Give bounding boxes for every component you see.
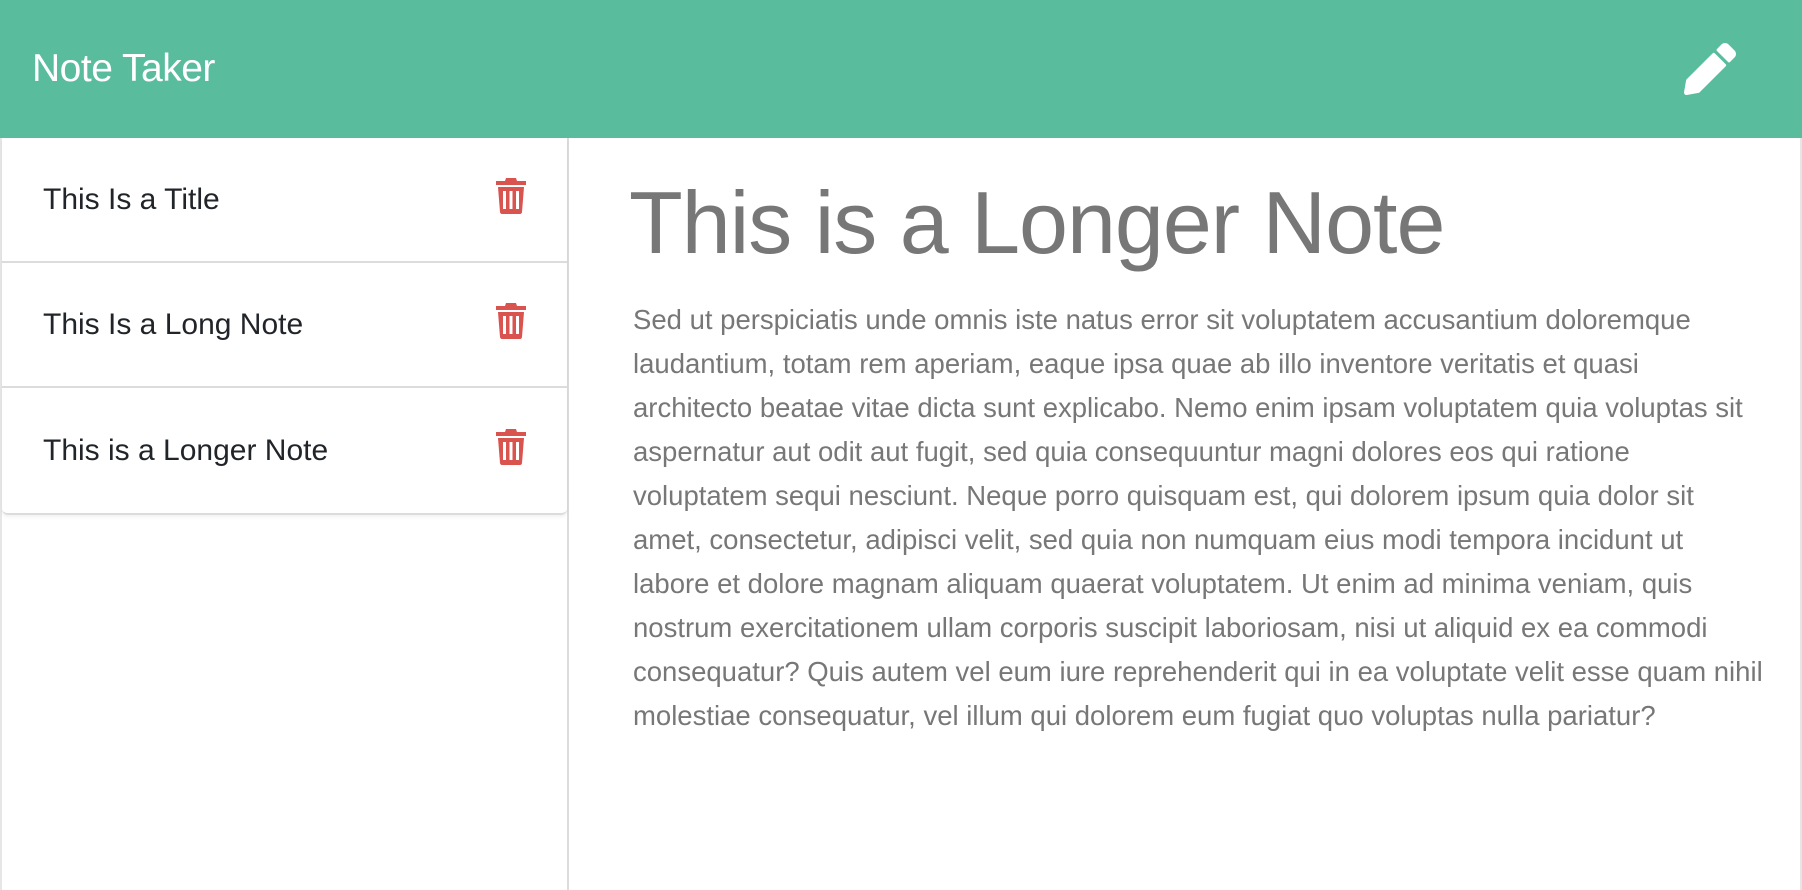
new-note-button[interactable] — [1682, 41, 1738, 97]
note-list: This Is a Title This Is a Long Note This… — [2, 138, 567, 515]
trash-icon — [496, 177, 526, 214]
note-editor: Sed ut perspiciatis unde omnis iste natu… — [569, 138, 1802, 890]
delete-note-button[interactable] — [493, 426, 529, 468]
list-item[interactable]: This Is a Long Note — [2, 263, 567, 388]
trash-icon — [496, 428, 526, 465]
list-item[interactable]: This Is a Title — [2, 138, 567, 263]
note-list-sidebar: This Is a Title This Is a Long Note This… — [0, 138, 569, 890]
list-item[interactable]: This is a Longer Note — [2, 388, 567, 513]
note-item-title: This is a Longer Note — [43, 433, 329, 467]
note-item-title: This Is a Title — [43, 182, 220, 216]
app-title[interactable]: Note Taker — [32, 47, 215, 91]
note-body-textarea[interactable]: Sed ut perspiciatis unde omnis iste natu… — [633, 298, 1763, 778]
note-item-title: This Is a Long Note — [43, 307, 304, 341]
pencil-icon — [1684, 43, 1736, 95]
trash-icon — [496, 302, 526, 339]
note-title-input[interactable] — [629, 168, 1759, 278]
delete-note-button[interactable] — [493, 300, 529, 342]
navbar: Note Taker — [0, 0, 1802, 138]
delete-note-button[interactable] — [493, 175, 529, 217]
